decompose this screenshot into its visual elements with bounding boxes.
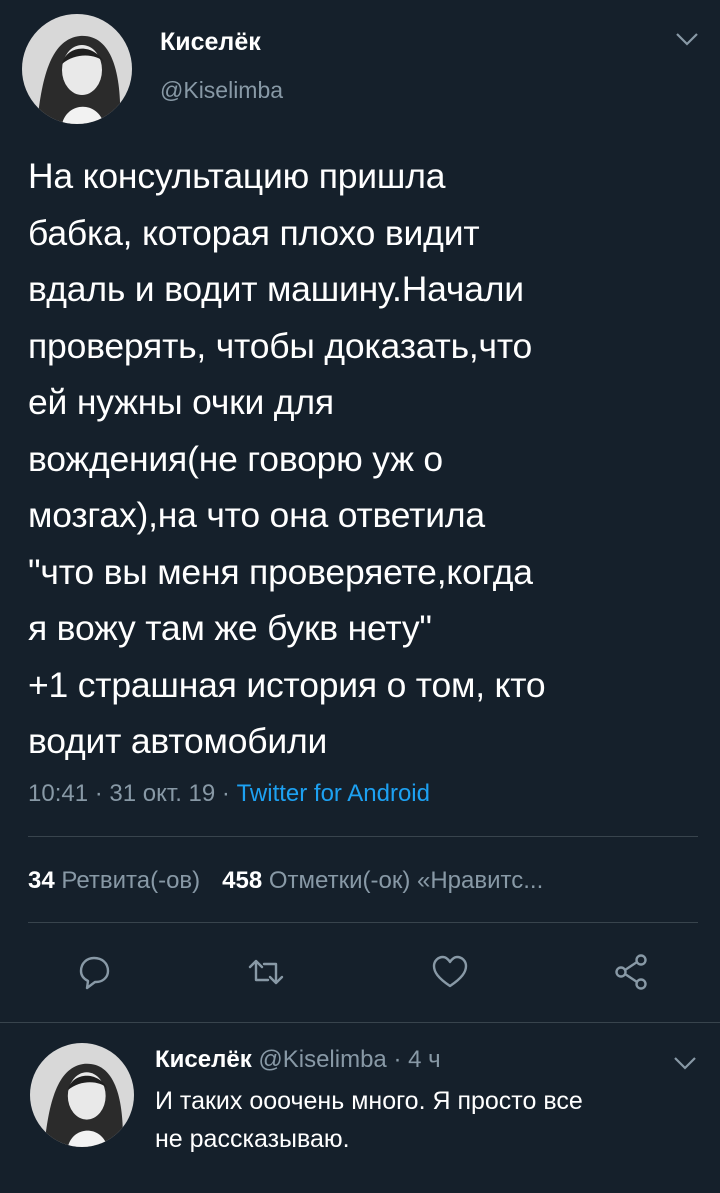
retweets-count: 34 <box>28 867 55 894</box>
tweet-time: 10:41 <box>28 780 89 807</box>
retweet-icon <box>248 959 284 985</box>
likes-stat[interactable]: 458 Отметки(-ок) «Нравитс... <box>222 867 543 894</box>
avatar[interactable] <box>22 14 132 124</box>
avatar-photo-icon <box>22 14 132 124</box>
retweet-button[interactable] <box>244 950 288 994</box>
share-icon <box>615 954 647 990</box>
meta-separator: · <box>88 780 110 807</box>
chevron-down-icon[interactable] <box>674 30 700 48</box>
divider <box>28 922 698 923</box>
reply-handle[interactable]: @Kiselimba <box>258 1046 386 1073</box>
divider <box>0 1022 720 1023</box>
reply-age: 4 ч <box>408 1046 441 1073</box>
reply-icon <box>79 956 110 990</box>
handle[interactable]: @Kiselimba <box>160 76 283 104</box>
reply-display-name[interactable]: Киселёк <box>155 1046 252 1073</box>
tweet-meta: 10:41 · 31 окт. 19 · Twitter for Android <box>28 779 430 809</box>
tweet-text: На консультацию пришла бабка, которая пл… <box>28 156 546 761</box>
like-button[interactable] <box>428 950 472 994</box>
avatar-photo-icon <box>30 1043 134 1147</box>
likes-label: Отметки(-ок) «Нравитс... <box>268 867 544 894</box>
chevron-down-icon[interactable] <box>672 1054 698 1072</box>
like-icon <box>432 955 468 988</box>
tweet-header: Киселёк @Kiselimba <box>0 0 720 130</box>
reply-text: И таких ооочень много. Я просто все не р… <box>155 1087 583 1153</box>
retweets-stat[interactable]: 34 Ретвита(-ов) <box>28 867 200 894</box>
display-name[interactable]: Киселёк <box>160 27 261 57</box>
share-button[interactable] <box>610 950 654 994</box>
tweet-date: 31 окт. 19 <box>109 780 216 807</box>
divider <box>28 836 698 837</box>
tweet-source-link[interactable]: Twitter for Android <box>237 780 430 807</box>
meta-separator: · <box>215 780 237 807</box>
meta-separator: · <box>386 1046 409 1073</box>
retweets-label: Ретвита(-ов) <box>61 867 201 894</box>
tweet-stats: 34 Ретвита(-ов) 458 Отметки(-ок) «Нравитс… <box>28 866 543 896</box>
likes-count: 458 <box>222 867 263 894</box>
reply-avatar[interactable] <box>30 1043 134 1147</box>
reply-header: Киселёк @Kiselimba · 4 ч <box>155 1044 441 1076</box>
reply-button[interactable] <box>72 950 116 994</box>
